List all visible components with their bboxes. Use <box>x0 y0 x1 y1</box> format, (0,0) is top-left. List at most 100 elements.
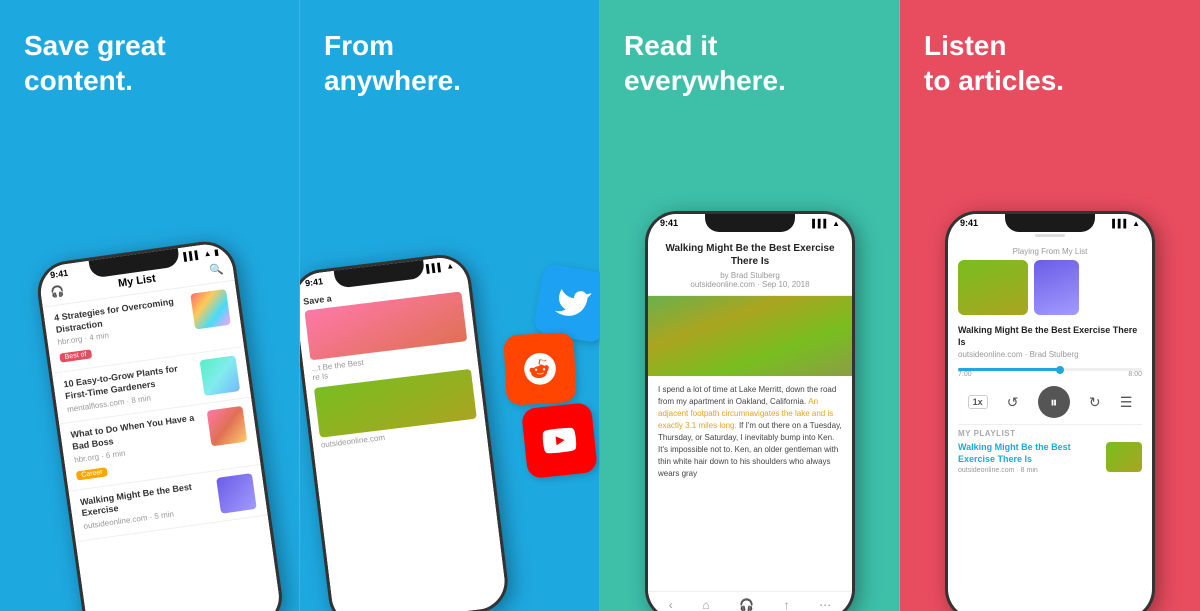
player-header: Playing From My List <box>948 239 1152 260</box>
rewind-button[interactable]: ↺ <box>1007 394 1019 411</box>
wifi-icon-2: ▲ <box>446 261 455 271</box>
player-title: Walking Might Be the Best Exercise There… <box>948 321 1152 350</box>
playlist-item-1: Walking Might Be the Best Exercise There… <box>958 442 1142 473</box>
phone-1-time: 9:41 <box>50 268 69 280</box>
player-album-art <box>948 260 1152 321</box>
progress-bar[interactable] <box>958 368 1142 371</box>
forward-button[interactable]: ↻ <box>1089 394 1101 411</box>
signal-icon-3: ▌▌▌ <box>812 219 829 228</box>
panel-read: Read it everywhere. 9:41 ▌▌▌ ▲ Walking M… <box>600 0 900 611</box>
signal-icon-4: ▌▌▌ <box>1112 219 1129 228</box>
status-icons-2: ▌▌▌ ▲ <box>426 261 455 273</box>
list-item-3-text: What to Do When You Have a Bad Boss hbr.… <box>70 412 206 482</box>
signal-icon-2: ▌▌▌ <box>426 262 444 273</box>
panel-3-title-line1: Read it <box>624 30 717 61</box>
playlist-thumb <box>1106 442 1142 472</box>
phone-2-container: 9:41 ▌▌▌ ▲ Save a ...t Be the Bestre Is … <box>310 261 490 611</box>
reddit-icon <box>503 332 577 406</box>
article-body: I spend a lot of time at Lake Merritt, d… <box>648 376 852 488</box>
panel-save: Save great content. 9:41 ▌▌▌ ▲ ▮ 🎧 My Li… <box>0 0 300 611</box>
list-title: My List <box>117 272 156 289</box>
panel-2-title-line1: From <box>324 30 394 61</box>
player-controls: 1x ↺ ⏸ ↻ ☰ <box>948 380 1152 424</box>
phone-1: 9:41 ▌▌▌ ▲ ▮ 🎧 My List 🔍 4 Strategies fo… <box>34 238 286 611</box>
list-item-1-text: 4 Strategies for Overcoming Distraction … <box>54 295 190 365</box>
phone-3-wrapper: 9:41 ▌▌▌ ▲ Walking Might Be the Best Exe… <box>600 211 900 611</box>
phone-2-screen: 9:41 ▌▌▌ ▲ Save a ...t Be the Bestre Is … <box>300 255 508 611</box>
home-nav-icon[interactable]: ⌂ <box>702 598 709 611</box>
status-icons-3: ▌▌▌ ▲ <box>812 219 840 228</box>
panel-listen: Listen to articles. 9:41 ▌▌▌ ▲ Playing F <box>900 0 1200 611</box>
battery-icon: ▮ <box>214 247 220 257</box>
playlist-item-1-title: Walking Might Be the Best Exercise There… <box>958 442 1100 465</box>
panel-2-title: From anywhere. <box>324 28 461 98</box>
progress-area: 7:00 8:00 <box>948 359 1152 380</box>
article-byline-text: by Brad Stulberg <box>720 271 780 280</box>
phone-1-wrapper: 9:41 ▌▌▌ ▲ ▮ 🎧 My List 🔍 4 Strategies fo… <box>0 231 300 611</box>
panel-4-title: Listen to articles. <box>924 28 1064 98</box>
list-item-3-badge: Career <box>76 467 108 480</box>
panel-1-title: Save great content. <box>24 28 166 98</box>
social-icons-cluster <box>520 255 590 481</box>
headphones-nav-icon[interactable]: 🎧 <box>739 598 754 611</box>
list-item-4-text: Walking Might Be the Best Exercise outsi… <box>79 479 213 531</box>
phone-4-wrapper: 9:41 ▌▌▌ ▲ Playing From My List <box>900 211 1200 611</box>
phone-4: 9:41 ▌▌▌ ▲ Playing From My List <box>945 211 1155 611</box>
panel-2-title-line2: anywhere. <box>324 65 461 96</box>
phone-3-screen: 9:41 ▌▌▌ ▲ Walking Might Be the Best Exe… <box>648 214 852 611</box>
pause-icon: ⏸ <box>1050 394 1057 411</box>
album-art-secondary <box>1034 260 1079 315</box>
wifi-icon-4: ▲ <box>1132 219 1140 228</box>
handle-bar <box>1035 234 1065 237</box>
article-nav-bar: ‹ ⌂ 🎧 ↑ ⋯ <box>648 591 852 611</box>
phone-2-content: Save a ...t Be the Bestre Is outsideonli… <box>300 271 487 457</box>
phone-4-notch <box>1005 214 1095 232</box>
list-item-3-img <box>207 406 248 447</box>
article-header: Walking Might Be the Best Exercise There… <box>648 230 852 296</box>
phone-3-time: 9:41 <box>660 218 678 228</box>
article-byline-block: by Brad Stulberg outsideonline.com · Sep… <box>660 271 840 289</box>
playing-from-label: Playing From My List <box>1013 247 1088 256</box>
phone-1-screen: 9:41 ▌▌▌ ▲ ▮ 🎧 My List 🔍 4 Strategies fo… <box>37 241 283 611</box>
headphones-icon: 🎧 <box>50 284 65 299</box>
archive-button[interactable]: ☰ <box>1120 394 1133 411</box>
panel-from: From anywhere. 9:41 ▌▌▌ ▲ Save a ...t Be… <box>300 0 600 611</box>
play-pause-button[interactable]: ⏸ <box>1038 386 1070 418</box>
panel-1-title-line1: Save great <box>24 30 166 61</box>
playlist-label: MY PLAYLIST <box>958 429 1142 438</box>
status-icons-4: ▌▌▌ ▲ <box>1112 219 1140 228</box>
phone-4-screen: 9:41 ▌▌▌ ▲ Playing From My List <box>948 214 1152 611</box>
wifi-icon: ▲ <box>203 248 212 258</box>
album-art-main <box>958 260 1028 315</box>
article-title: Walking Might Be the Best Exercise There… <box>660 242 840 268</box>
wifi-icon-3: ▲ <box>832 219 840 228</box>
youtube-icon <box>521 402 598 479</box>
progress-fill <box>958 368 1059 371</box>
panel-4-title-line2: to articles. <box>924 65 1064 96</box>
search-icon[interactable]: 🔍 <box>209 262 224 277</box>
article-source: outsideonline.com · Sep 10, 2018 <box>690 280 809 289</box>
back-nav-icon[interactable]: ‹ <box>669 598 673 611</box>
share-nav-icon[interactable]: ↑ <box>784 598 790 611</box>
speed-button[interactable]: 1x <box>968 395 988 409</box>
list-item-4-img <box>216 473 257 514</box>
article-image <box>648 296 852 376</box>
list-item-2-img <box>200 356 241 397</box>
progress-times: 7:00 8:00 <box>958 371 1142 378</box>
phone-3-notch <box>705 214 795 232</box>
playlist-section: MY PLAYLIST Walking Might Be the Best Ex… <box>948 425 1152 477</box>
phone-3: 9:41 ▌▌▌ ▲ Walking Might Be the Best Exe… <box>645 211 855 611</box>
playlist-item-1-meta: outsideonline.com · 8 min <box>958 467 1100 474</box>
menu-nav-icon[interactable]: ⋯ <box>819 598 831 611</box>
panel-3-title-line2: everywhere. <box>624 65 786 96</box>
signal-icon: ▌▌▌ <box>183 250 201 261</box>
twitter-icon <box>532 263 600 344</box>
list-item-1-img <box>190 289 231 330</box>
panel-3-title: Read it everywhere. <box>624 28 786 98</box>
time-start: 7:00 <box>958 371 972 378</box>
phone-4-time: 9:41 <box>960 218 978 228</box>
list-item-1-badge: Best of <box>59 350 92 363</box>
player-source: outsideonline.com · Brad Stulberg <box>948 350 1152 359</box>
progress-thumb <box>1056 366 1064 374</box>
playlist-item-1-text: Walking Might Be the Best Exercise There… <box>958 442 1100 473</box>
